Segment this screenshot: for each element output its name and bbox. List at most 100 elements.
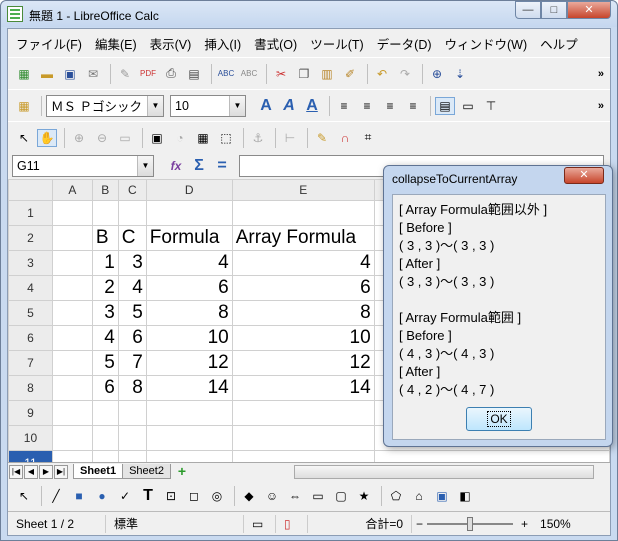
cell[interactable]: 12 <box>145 350 233 376</box>
from-file-icon[interactable]: ▣ <box>432 487 452 505</box>
zoom-in-button[interactable]: + <box>513 517 536 531</box>
email-icon[interactable]: ✉ <box>83 65 103 83</box>
sort-ascending-icon[interactable]: ⇣ <box>450 65 470 83</box>
cell[interactable] <box>117 450 147 462</box>
anchor-icon[interactable]: ⚓ <box>248 129 268 147</box>
merge-cells-icon[interactable]: ▭ <box>458 97 478 115</box>
cell[interactable]: 3 <box>117 250 147 276</box>
cell[interactable]: 1 <box>91 250 119 276</box>
clone-formatting-icon[interactable]: ✐ <box>340 65 360 83</box>
italic-icon[interactable]: A <box>279 97 299 115</box>
close-button[interactable]: ✕ <box>567 1 611 19</box>
select-pointer-icon[interactable]: ↖ <box>14 129 34 147</box>
cell[interactable] <box>117 400 147 426</box>
row-header[interactable]: 8 <box>8 375 53 401</box>
cell[interactable] <box>117 200 147 226</box>
menu-tools[interactable]: ツール(T) <box>310 34 363 53</box>
zoom-out-button[interactable]: − <box>412 517 427 531</box>
cell[interactable]: 14 <box>145 375 233 401</box>
toolbar-overflow-icon[interactable]: » <box>598 100 604 112</box>
insert-mode-icon[interactable]: ▭ <box>244 514 276 533</box>
flowchart-icon[interactable]: ▭ <box>308 487 328 505</box>
open-folder-icon[interactable]: ▬ <box>37 65 57 83</box>
minimize-button[interactable]: — <box>515 1 541 19</box>
image-icon[interactable]: ▣ <box>147 129 167 147</box>
symbol-shapes-icon[interactable]: ☺ <box>262 487 282 505</box>
signature-icon[interactable]: ▯ <box>276 514 308 533</box>
cell[interactable]: 8 <box>231 300 375 326</box>
cell[interactable]: Array Formula <box>231 225 375 251</box>
cell[interactable] <box>145 200 233 226</box>
cell[interactable]: 12 <box>231 350 375 376</box>
autospell-icon[interactable]: ABC <box>239 65 259 83</box>
new-document-icon[interactable]: ▦ <box>14 65 34 83</box>
ok-button[interactable]: OK <box>466 407 532 431</box>
cell[interactable]: 8 <box>145 300 233 326</box>
cell[interactable]: 4 <box>231 250 375 276</box>
edit-file-icon[interactable]: ✎ <box>115 65 135 83</box>
row-header[interactable]: 10 <box>8 425 53 451</box>
cell[interactable] <box>51 325 93 351</box>
menu-help[interactable]: ヘルプ <box>540 34 578 53</box>
cell[interactable]: 5 <box>91 350 119 376</box>
row-header[interactable]: 11 <box>8 450 53 462</box>
cell[interactable] <box>51 300 93 326</box>
chevron-down-icon[interactable]: ▼ <box>137 156 153 176</box>
align-right-icon[interactable]: ≡ <box>380 97 400 115</box>
cell[interactable]: 6 <box>231 275 375 301</box>
undo-icon[interactable]: ↶ <box>372 65 392 83</box>
bold-icon[interactable]: A <box>256 97 276 115</box>
cell[interactable] <box>231 400 375 426</box>
cell[interactable]: 10 <box>145 325 233 351</box>
column-header-b[interactable]: B <box>91 179 119 201</box>
row-header[interactable]: 5 <box>8 300 53 326</box>
add-sheet-icon[interactable]: + <box>174 464 190 479</box>
cell[interactable]: Formula <box>145 225 233 251</box>
row-header[interactable]: 9 <box>8 400 53 426</box>
column-header-c[interactable]: C <box>117 179 147 201</box>
spellcheck-icon[interactable]: ABC <box>216 65 236 83</box>
menu-view[interactable]: 表示(V) <box>150 34 192 53</box>
export-pdf-icon[interactable]: PDF <box>138 65 158 83</box>
cell[interactable] <box>51 450 93 462</box>
chevron-down-icon[interactable]: ▼ <box>147 95 163 116</box>
align-objects-icon[interactable]: ⊢ <box>280 129 300 147</box>
zoom-slider[interactable] <box>427 516 514 531</box>
cell[interactable] <box>51 425 93 451</box>
row-header[interactable]: 4 <box>8 275 53 301</box>
cell[interactable] <box>117 425 147 451</box>
align-left-icon[interactable]: ≡ <box>334 97 354 115</box>
cell[interactable] <box>51 350 93 376</box>
wrap-text-icon[interactable]: ▤ <box>435 96 455 115</box>
chart-icon[interactable]: ◔ <box>170 129 190 147</box>
vertical-text-icon[interactable]: ⊡ <box>161 487 181 505</box>
zoom-out-icon[interactable]: ⊖ <box>92 129 112 147</box>
paste-icon[interactable]: ▥ <box>317 65 337 83</box>
menu-file[interactable]: ファイル(F) <box>16 34 82 53</box>
menu-insert[interactable]: 挿入(I) <box>204 34 241 53</box>
cell[interactable] <box>231 425 375 451</box>
redo-icon[interactable]: ↷ <box>395 65 415 83</box>
hyperlink-icon[interactable]: ⊕ <box>427 65 447 83</box>
horizontal-scrollbar[interactable] <box>293 464 594 479</box>
align-top-icon[interactable]: ⊤ <box>481 97 501 115</box>
cell[interactable]: 4 <box>117 275 147 301</box>
sum-icon[interactable]: Σ <box>189 157 209 175</box>
cell[interactable]: C <box>117 225 147 251</box>
zoom-slider-thumb[interactable] <box>467 516 474 531</box>
cell[interactable] <box>145 450 233 462</box>
rectangle-icon[interactable]: ■ <box>69 487 89 505</box>
row-header[interactable]: 3 <box>8 250 53 276</box>
block-arrows-icon[interactable]: ⇔ <box>285 487 305 505</box>
cell[interactable]: 5 <box>117 300 147 326</box>
cell[interactable]: 7 <box>117 350 147 376</box>
cell[interactable]: 8 <box>117 375 147 401</box>
zoom-in-icon[interactable]: ⊕ <box>69 129 89 147</box>
corner-cell[interactable] <box>8 179 53 201</box>
save-icon[interactable]: ▣ <box>60 65 80 83</box>
cell[interactable]: B <box>91 225 119 251</box>
cell[interactable] <box>91 450 119 462</box>
first-sheet-icon[interactable]: |◀ <box>9 464 23 479</box>
menu-format[interactable]: 書式(O) <box>254 34 297 53</box>
menu-window[interactable]: ウィンドウ(W) <box>445 34 528 53</box>
